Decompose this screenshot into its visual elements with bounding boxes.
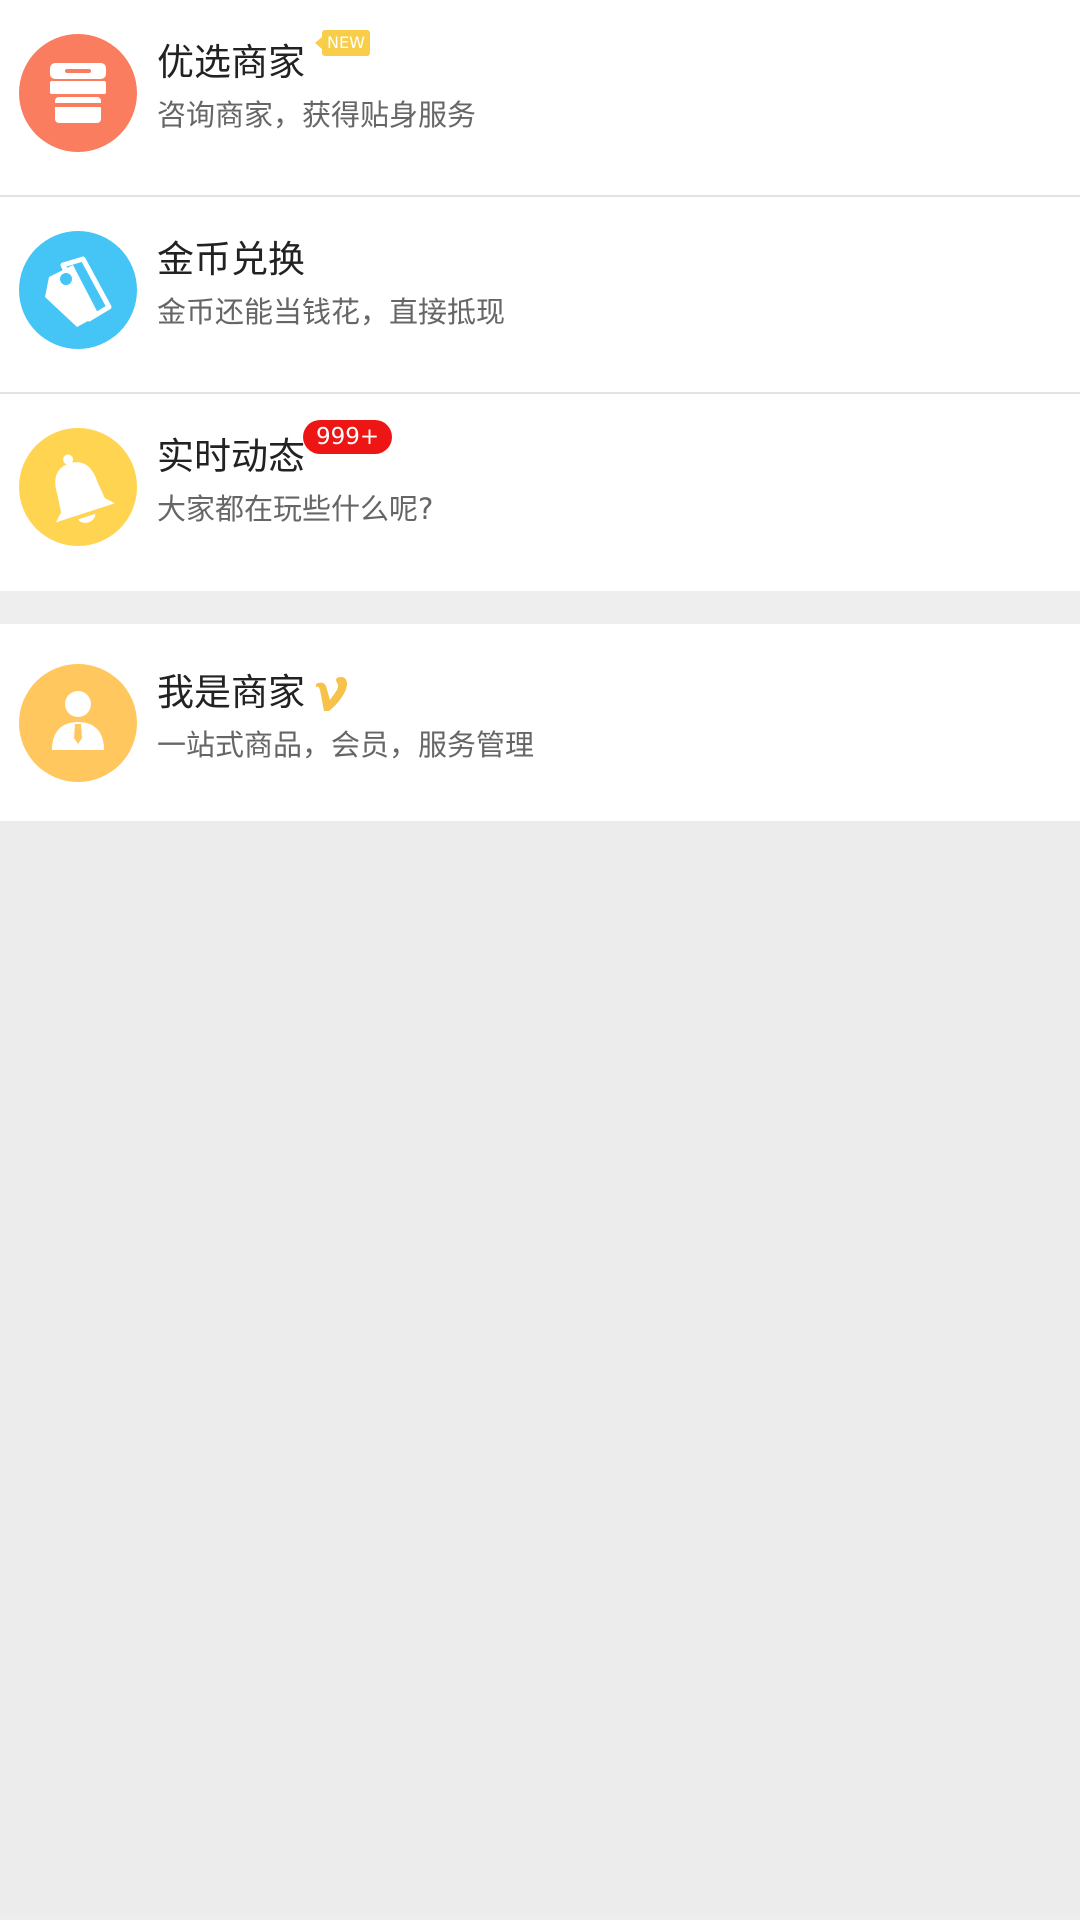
menu-item-subtitle: 大家都在玩些什么呢? xyxy=(157,492,434,526)
store-icon xyxy=(19,34,137,152)
menu-item-subtitle: 金币还能当钱花，直接抵现 xyxy=(157,295,506,329)
notification-count-badge: 999+ xyxy=(303,420,393,454)
tag-icon xyxy=(19,231,137,349)
vip-v-icon xyxy=(316,677,347,711)
menu-item-title: 我是商家 xyxy=(157,671,305,714)
menu-item-live-feed[interactable]: 实时动态 999+ 大家都在玩些什么呢? xyxy=(0,394,1080,591)
menu-item-coin-exchange[interactable]: 金币兑换 金币还能当钱花，直接抵现 xyxy=(0,197,1080,394)
menu-item-subtitle: 咨询商家，获得贴身服务 xyxy=(157,98,477,132)
menu-item-i-am-merchant[interactable]: 我是商家 一站式商品，会员，服务管理 xyxy=(0,624,1080,821)
menu-group-merchant: 我是商家 一站式商品，会员，服务管理 xyxy=(0,624,1080,821)
menu-item-preferred-merchants[interactable]: 优选商家 NEW 咨询商家，获得贴身服务 xyxy=(0,0,1080,197)
menu-item-title: 实时动态 xyxy=(157,435,305,478)
menu-group-primary: 优选商家 NEW 咨询商家，获得贴身服务 金币兑换 金币还能当钱花，直接抵现 实… xyxy=(0,0,1080,591)
menu-item-subtitle: 一站式商品，会员，服务管理 xyxy=(157,728,535,762)
menu-item-title: 优选商家 xyxy=(157,41,305,84)
empty-background-area xyxy=(0,821,1080,1916)
new-badge: NEW xyxy=(315,30,370,56)
bell-icon xyxy=(19,428,137,546)
section-gap xyxy=(0,591,1080,624)
merchant-person-icon xyxy=(19,664,137,782)
menu-item-title: 金币兑换 xyxy=(157,238,305,281)
